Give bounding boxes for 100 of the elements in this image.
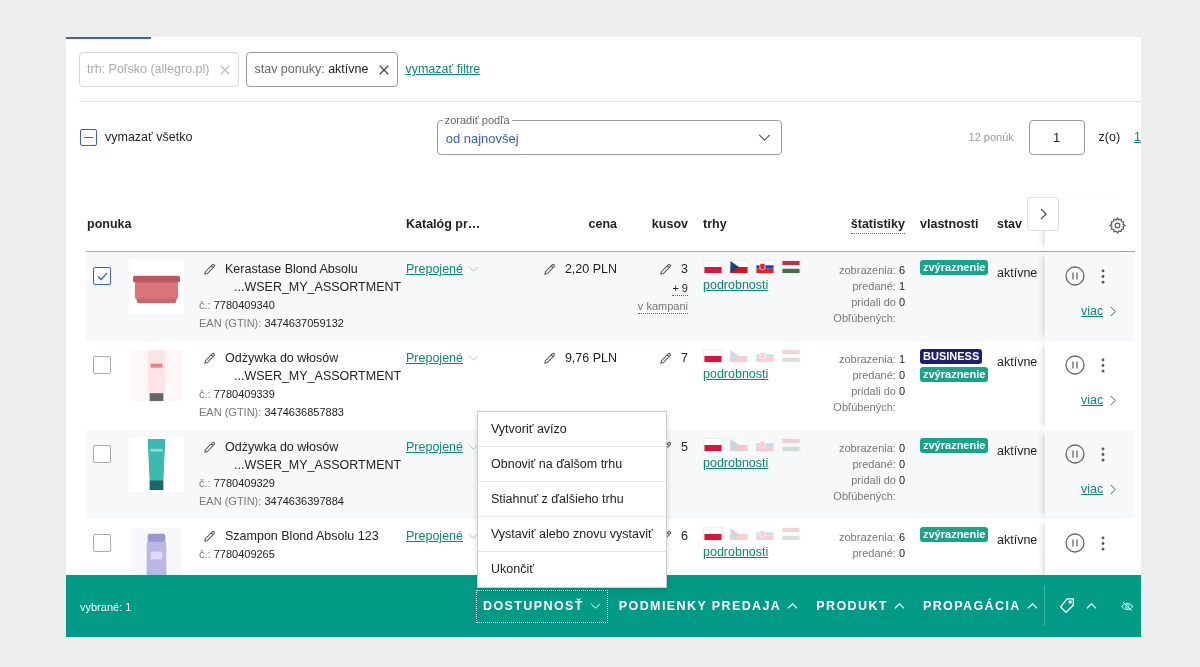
tag-icon xyxy=(1058,597,1077,615)
stat-value: 1 xyxy=(898,352,905,367)
chevron-down-icon xyxy=(757,134,771,141)
badge: zvýraznenie xyxy=(920,367,989,382)
chevron-right-icon[interactable] xyxy=(1110,483,1117,495)
select-all-label: vymazať všetko xyxy=(105,129,193,147)
settings-icon[interactable] xyxy=(1108,216,1127,235)
status-text: aktívne xyxy=(997,533,1038,547)
menu-item[interactable]: Vytvoriť avízo xyxy=(478,412,666,447)
chevron-up-icon xyxy=(787,603,799,609)
quantity: 5 xyxy=(681,439,688,456)
stat-label: zobrazenia: xyxy=(838,352,896,367)
edit-icon[interactable] xyxy=(659,263,673,276)
quantity: 3 xyxy=(681,261,688,278)
action-group-button[interactable]: PRODUKT xyxy=(810,590,911,622)
offer-count: 12 ponúk xyxy=(968,130,1015,146)
stat-value: 6 xyxy=(898,530,905,545)
column-header[interactable]: vlastnosti xyxy=(920,215,979,234)
page-of-label: z(o) xyxy=(1098,129,1121,147)
price: 9,76 PLN xyxy=(564,350,617,367)
offer-title[interactable]: Kerastase Blond Absolu ...WSER_MY_ASSORTMENT xyxy=(225,260,402,296)
pause-icon[interactable] xyxy=(1065,266,1085,286)
edit-icon[interactable] xyxy=(542,263,556,276)
badge: zvýraznenie xyxy=(920,260,989,275)
stat-label: pridali do Obľúbených: xyxy=(832,384,896,415)
more-link[interactable]: viac xyxy=(1081,302,1104,321)
offer-number: č.: 7780409339 xyxy=(199,387,276,402)
ean-code: EAN (GTIN): 3474637059132 xyxy=(199,316,345,331)
select-all-checkbox[interactable] xyxy=(80,129,97,146)
edit-icon[interactable] xyxy=(203,263,216,276)
action-group-button[interactable]: DOSTUPNOSŤ xyxy=(477,590,607,622)
catalog-link[interactable]: Prepojené xyxy=(406,438,463,456)
pause-icon[interactable] xyxy=(1065,444,1085,464)
row-checkbox[interactable] xyxy=(93,267,111,285)
ean-code: EAN (GTIN): 3474636857883 xyxy=(199,405,345,420)
chevron-down-icon xyxy=(589,603,601,609)
details-link[interactable]: podrobnosti xyxy=(703,454,815,472)
column-header[interactable]: ponuka xyxy=(87,215,132,234)
edit-icon[interactable] xyxy=(203,352,216,365)
status-text: aktívne xyxy=(997,266,1038,280)
clear-filters-link[interactable]: vymazať filtre xyxy=(405,60,481,79)
chevron-right-icon[interactable] xyxy=(1110,305,1117,317)
status-text: aktívne xyxy=(997,444,1038,458)
chevron-up-icon xyxy=(1026,603,1038,609)
menu-item[interactable]: Ukončiť xyxy=(478,552,666,587)
row-checkbox[interactable] xyxy=(93,534,111,552)
offer-title[interactable]: Odżywka do włosów ...WSER_MY_ASSORTMENT xyxy=(225,438,402,474)
tag-menu-button[interactable] xyxy=(1058,597,1098,615)
details-link[interactable]: podrobnosti xyxy=(703,276,815,294)
row-checkbox[interactable] xyxy=(93,445,111,463)
stat-label: predané: xyxy=(851,457,896,472)
campaign-quantity: + 9 xyxy=(672,281,688,296)
more-link[interactable]: viac xyxy=(1081,391,1104,410)
menu-item[interactable]: Vystaviť alebo znovu vystaviť xyxy=(478,517,666,552)
pause-icon[interactable] xyxy=(1065,533,1085,553)
menu-item[interactable]: Obnoviť na ďalšom trhu xyxy=(478,447,666,482)
more-icon[interactable] xyxy=(1101,535,1105,551)
details-link[interactable]: podrobnosti xyxy=(703,365,815,383)
edit-icon[interactable] xyxy=(203,441,216,454)
catalog-link[interactable]: Prepojené xyxy=(406,349,463,367)
column-header[interactable]: trhy xyxy=(703,215,727,234)
filter-chip[interactable]: stav ponuky: aktívne xyxy=(246,52,399,87)
stat-label: predané: xyxy=(851,368,896,383)
stat-value: 0 xyxy=(898,384,905,399)
catalog-link[interactable]: Prepojené xyxy=(406,260,463,278)
column-header[interactable]: cena xyxy=(588,215,617,234)
column-header[interactable]: kusov xyxy=(651,215,688,234)
action-group-button[interactable]: PROPAGÁCIA xyxy=(916,590,1044,622)
quantity: 7 xyxy=(681,350,688,367)
edit-icon[interactable] xyxy=(659,352,673,365)
campaign-label: v kampani xyxy=(637,299,688,314)
menu-item[interactable]: Stiahnuť z ďalšieho trhu xyxy=(478,482,666,517)
chevron-up-icon xyxy=(893,603,905,609)
stat-value: 0 xyxy=(898,368,905,383)
pause-icon[interactable] xyxy=(1065,355,1085,375)
more-link[interactable]: viac xyxy=(1081,480,1104,499)
page-input[interactable]: 1 xyxy=(1028,120,1085,155)
catalog-link[interactable]: Prepojené xyxy=(406,527,463,545)
stat-label: predané: xyxy=(851,279,896,294)
more-icon[interactable] xyxy=(1101,268,1105,284)
action-group-button[interactable]: PODMIENKY PREDAJA xyxy=(612,590,805,622)
chevron-right-icon[interactable] xyxy=(1110,394,1117,406)
check-icon xyxy=(96,271,108,281)
more-icon[interactable] xyxy=(1101,446,1105,462)
badge: BUSINESS xyxy=(920,349,983,364)
more-icon[interactable] xyxy=(1101,357,1105,373)
column-header[interactable]: Katalóg pr… xyxy=(406,215,481,234)
edit-icon[interactable] xyxy=(542,352,556,365)
close-icon[interactable] xyxy=(378,63,391,76)
row-checkbox[interactable] xyxy=(93,356,111,374)
edit-icon[interactable] xyxy=(203,530,216,543)
last-page-link[interactable]: 1 xyxy=(1134,128,1141,147)
stat-value: 6 xyxy=(898,263,905,278)
price: 2,20 PLN xyxy=(564,261,617,278)
column-header[interactable]: štatistiky xyxy=(850,214,905,235)
offer-title[interactable]: Odżywka do włosów ...WSER_MY_ASSORTMENT xyxy=(225,349,402,385)
stat-value: 0 xyxy=(898,441,905,456)
column-header[interactable]: stav xyxy=(997,215,1023,234)
details-link[interactable]: podrobnosti xyxy=(703,543,815,561)
offer-title[interactable]: Szampon Blond Absolu 123 xyxy=(225,527,379,545)
